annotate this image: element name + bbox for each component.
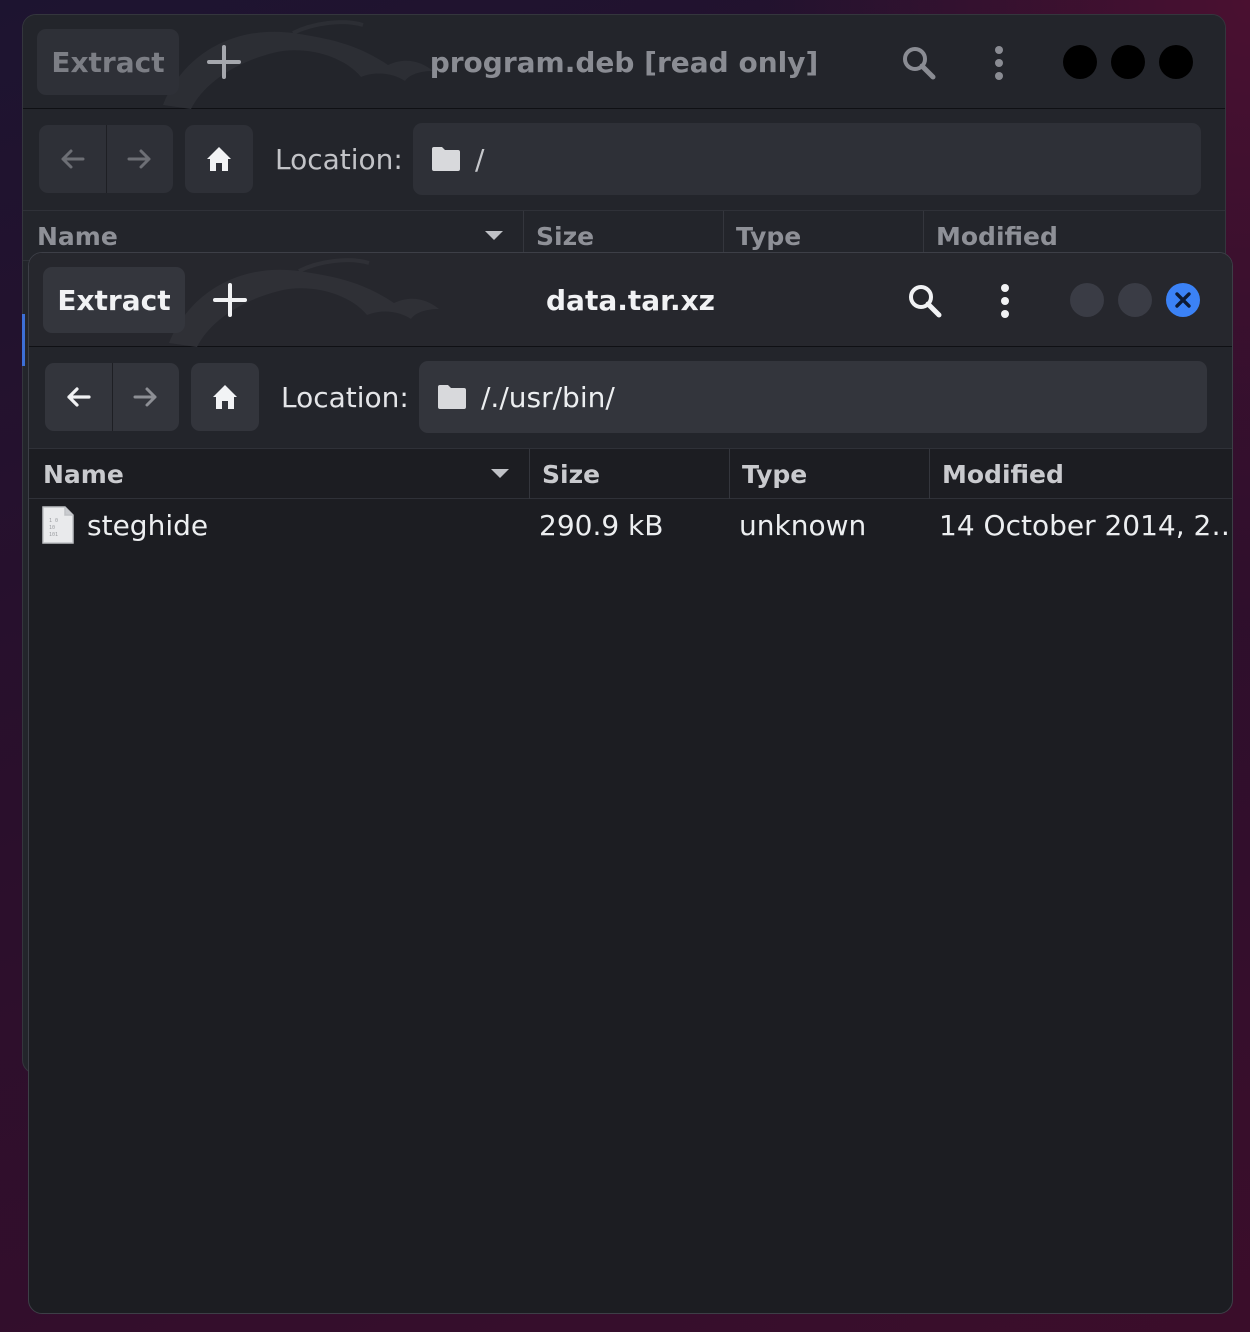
file-modified: 14 October 2014, 2… — [939, 508, 1229, 542]
file-name: steghide — [87, 508, 209, 542]
location-label: Location: — [281, 380, 409, 414]
extract-button[interactable]: Extract — [37, 29, 179, 95]
back-button[interactable] — [39, 125, 107, 193]
maximize-button[interactable] — [1118, 283, 1152, 317]
file-row-steghide[interactable]: 1 0 10 101 steghide 290.9 kB unknown 14 … — [29, 499, 1232, 551]
column-modified-label: Modified — [936, 221, 1058, 251]
folder-icon — [432, 147, 460, 171]
extract-button[interactable]: Extract — [43, 267, 185, 333]
header-bar: Extract data.tar.xz — [29, 253, 1232, 347]
location-path: /./usr/bin/ — [481, 380, 615, 414]
svg-text:1 0: 1 0 — [49, 518, 58, 524]
column-type-label: Type — [736, 221, 802, 251]
location-toolbar: Location: / — [23, 109, 1225, 211]
column-name[interactable]: Name — [31, 449, 529, 499]
minimize-button[interactable] — [1063, 45, 1097, 79]
file-list: 1 0 10 101 steghide 290.9 kB unknown 14 … — [29, 499, 1232, 551]
close-button[interactable] — [1159, 45, 1193, 79]
file-icon: 1 0 10 101 — [42, 506, 74, 544]
column-header-row: Name Size Type Modified — [29, 449, 1232, 499]
nav-button-group — [45, 363, 179, 431]
search-icon[interactable] — [897, 41, 941, 85]
search-icon[interactable] — [903, 279, 947, 323]
nav-button-group — [39, 125, 173, 193]
sort-descending-icon — [485, 231, 503, 240]
column-name-label: Name — [43, 459, 124, 489]
sort-descending-icon — [491, 469, 509, 478]
column-size-label: Size — [536, 221, 595, 251]
kebab-menu-icon[interactable] — [990, 279, 1020, 323]
header-bar: Extract program.deb [read only] — [23, 15, 1225, 109]
column-modified-label: Modified — [942, 459, 1064, 489]
forward-button[interactable] — [113, 363, 180, 431]
column-size-label: Size — [542, 459, 601, 489]
location-field[interactable]: / — [413, 123, 1201, 195]
column-size[interactable]: Size — [529, 449, 729, 499]
kali-dragon-watermark — [169, 258, 439, 347]
maximize-button[interactable] — [1111, 45, 1145, 79]
plus-icon[interactable] — [199, 37, 249, 87]
folder-icon — [438, 385, 466, 409]
home-button[interactable] — [185, 125, 253, 193]
home-button[interactable] — [191, 363, 259, 431]
archive-window-data-tar-xz: Extract data.tar.xz Location: /./usr/bin… — [28, 252, 1233, 1314]
home-icon — [207, 147, 231, 171]
column-type[interactable]: Type — [729, 449, 929, 499]
column-modified[interactable]: Modified — [929, 449, 1232, 499]
arrow-left-icon — [61, 149, 85, 169]
arrow-left-icon — [67, 387, 91, 407]
close-icon — [1175, 292, 1191, 308]
back-button[interactable] — [45, 363, 113, 431]
column-name-label: Name — [37, 221, 118, 251]
location-toolbar: Location: /./usr/bin/ — [29, 347, 1232, 449]
arrow-right-icon — [127, 149, 151, 169]
kali-dragon-watermark — [163, 20, 433, 109]
location-field[interactable]: /./usr/bin/ — [419, 361, 1207, 433]
svg-text:101: 101 — [49, 532, 58, 538]
column-type-label: Type — [742, 459, 808, 489]
home-icon — [213, 385, 237, 409]
minimize-button[interactable] — [1070, 283, 1104, 317]
forward-button[interactable] — [107, 125, 174, 193]
file-type: unknown — [739, 508, 867, 542]
kebab-menu-icon[interactable] — [984, 41, 1014, 85]
arrow-right-icon — [133, 387, 157, 407]
selection-edge — [22, 314, 25, 366]
location-label: Location: — [275, 142, 403, 176]
file-size: 290.9 kB — [539, 508, 664, 542]
plus-icon[interactable] — [205, 275, 255, 325]
svg-text:10: 10 — [49, 525, 55, 531]
close-button[interactable] — [1166, 283, 1200, 317]
location-path: / — [475, 142, 485, 176]
